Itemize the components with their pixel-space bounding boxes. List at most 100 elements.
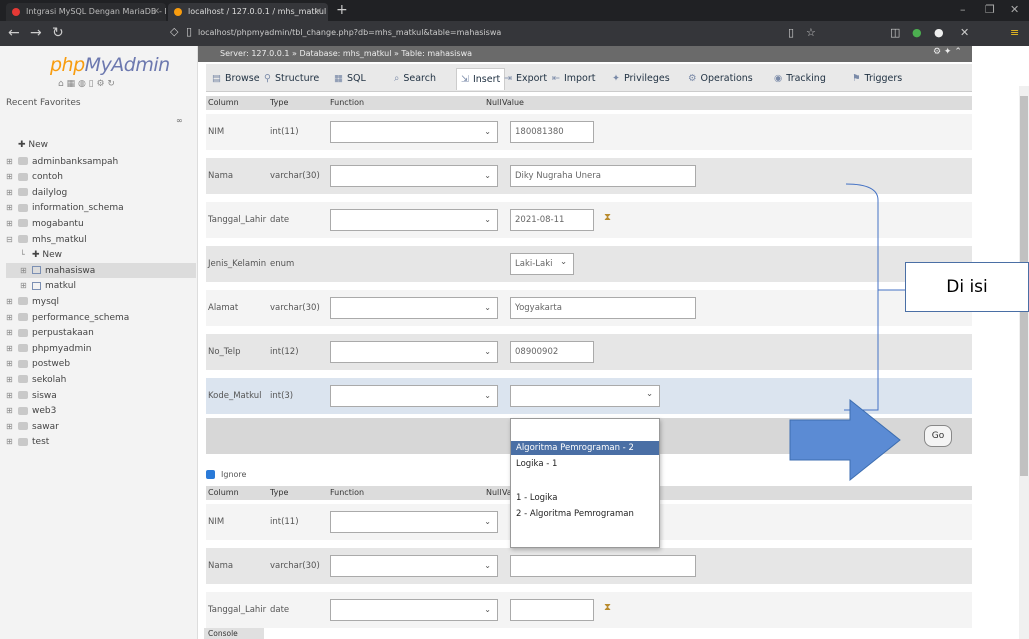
go-button[interactable]: Go xyxy=(924,425,952,447)
new-tab-button[interactable]: + xyxy=(336,2,348,18)
expand-icon[interactable]: ⊞ xyxy=(6,185,18,201)
checkbox-icon[interactable] xyxy=(206,470,215,479)
tab-tracking[interactable]: ◉ Tracking xyxy=(774,68,826,90)
url-field[interactable]: localhost/phpmyadmin/tbl_change.php?db=m… xyxy=(198,25,778,41)
kode-matkul-dropdown-list[interactable]: Algoritma Pemrograman - 2 Logika - 1 1 - L… xyxy=(510,418,660,548)
bookmark-star-icon[interactable]: ☆ xyxy=(806,26,816,40)
expand-icon[interactable]: ⊞ xyxy=(6,341,18,357)
link-icon[interactable]: ∞ xyxy=(176,116,183,125)
tree-item[interactable]: ⊞ sawar xyxy=(6,419,196,435)
recent-favorites-tabs[interactable]: Recent Favorites xyxy=(6,98,81,108)
tree-item[interactable]: ⊞ mogabantu xyxy=(6,216,196,232)
tab-privileges[interactable]: ✦ Privileges xyxy=(612,68,670,90)
expand-icon[interactable]: ⊞ xyxy=(20,263,32,279)
function-select[interactable]: ⌄ xyxy=(330,341,498,363)
close-tab-icon[interactable]: ✕ xyxy=(152,3,160,21)
value-input[interactable]: Yogyakarta xyxy=(510,297,696,319)
value-select[interactable] xyxy=(510,385,660,407)
expand-icon[interactable]: ⊞ xyxy=(6,403,18,419)
sidebar-quick-icons[interactable]: ⌂ ▦ ◍ ▯ ⚙ ↻ xyxy=(58,79,115,89)
dropdown-option[interactable]: Algoritma Pemrograman - 2 xyxy=(511,441,659,455)
tree-item[interactable]: ⊟ mhs_matkul xyxy=(6,232,196,248)
value-input[interactable] xyxy=(510,599,594,621)
calendar-icon[interactable]: ⧗ xyxy=(604,212,611,223)
value-input[interactable]: Diky Nugraha Unera xyxy=(510,165,696,187)
expand-icon[interactable]: ⊞ xyxy=(6,169,18,185)
tree-item[interactable]: ⊞ perpustakaan xyxy=(6,325,196,341)
dropdown-option[interactable]: 2 - Algoritma Pemrograman xyxy=(511,507,659,521)
expand-icon[interactable]: ⊞ xyxy=(6,216,18,232)
tree-item[interactable]: ⊞ adminbanksampah xyxy=(6,154,196,170)
calendar-icon[interactable]: ⧗ xyxy=(604,602,611,613)
tree-item[interactable]: ⊞ performance_schema xyxy=(6,310,196,326)
tree-item[interactable]: ⊞ information_schema xyxy=(6,200,196,216)
dropdown-option[interactable] xyxy=(511,475,659,489)
tree-item[interactable]: ⊞ sekolah xyxy=(6,372,196,388)
expand-icon[interactable]: ⊞ xyxy=(6,200,18,216)
extension-icon[interactable]: ● xyxy=(934,26,944,40)
expand-icon[interactable]: ⊞ xyxy=(6,388,18,404)
scrollbar[interactable] xyxy=(1019,86,1029,639)
tree-item[interactable]: ⊞ web3 xyxy=(6,403,196,419)
tab-insert[interactable]: ⇲ Insert xyxy=(456,68,506,90)
pocket-icon[interactable]: ◫ xyxy=(890,26,900,40)
expand-icon[interactable]: ⊞ xyxy=(6,294,18,310)
back-icon[interactable]: ← xyxy=(8,25,20,41)
tree-item[interactable]: ⊞ phpmyadmin xyxy=(6,341,196,357)
tree-item[interactable]: ⊞ dailylog xyxy=(6,185,196,201)
function-select[interactable]: ⌄ xyxy=(330,555,498,577)
close-tab-icon[interactable]: ✕ xyxy=(314,3,322,21)
extension-icon[interactable]: ● xyxy=(912,26,922,40)
reader-view-icon[interactable]: ▯ xyxy=(788,26,794,40)
tree-item[interactable]: ⊞ mahasiswa xyxy=(6,262,196,279)
close-window-icon[interactable]: ✕ xyxy=(1010,3,1019,16)
function-select[interactable]: ⌄ xyxy=(330,385,498,407)
ignore-checkbox[interactable]: Ignore xyxy=(206,470,246,479)
tree-item[interactable]: ⊞ siswa xyxy=(6,388,196,404)
function-select[interactable]: ⌄ xyxy=(330,599,498,621)
forward-icon[interactable]: → xyxy=(30,25,42,41)
value-input[interactable]: 2021-08-11 xyxy=(510,209,594,231)
tab-search[interactable]: ⌕ Search xyxy=(394,68,436,90)
tree-item[interactable]: └ ✚ New xyxy=(6,247,196,263)
tab-sql[interactable]: ▦ SQL xyxy=(334,68,366,90)
function-select[interactable]: ⌄ xyxy=(330,165,498,187)
tree-item[interactable]: ⊞ postweb xyxy=(6,356,196,372)
browser-tab[interactable]: Intgrasi MySQL Dengan MariaDB - Memori .… xyxy=(6,3,166,21)
expand-icon[interactable]: ⊞ xyxy=(20,278,32,294)
expand-icon[interactable]: ⊞ xyxy=(6,325,18,341)
tab-browse[interactable]: ▤ Browse xyxy=(212,68,260,90)
tab-import[interactable]: ⇤ Import xyxy=(552,68,596,90)
reload-icon[interactable]: ↻ xyxy=(52,25,64,41)
expand-icon[interactable]: ⊞ xyxy=(6,154,18,170)
tree-item[interactable]: ✚ New xyxy=(6,138,196,154)
tab-operations[interactable]: ⚙ Operations xyxy=(688,68,753,90)
menu-icon[interactable]: ≡ xyxy=(1010,26,1019,40)
value-input[interactable]: 08900902 xyxy=(510,341,594,363)
dropdown-option[interactable] xyxy=(511,423,659,437)
tab-triggers[interactable]: ⚑ Triggers xyxy=(852,68,902,90)
dropdown-option[interactable]: 1 - Logika xyxy=(511,491,659,505)
expand-icon[interactable]: ⊞ xyxy=(6,434,18,450)
dropdown-option[interactable]: Logika - 1 xyxy=(511,457,659,471)
function-select[interactable]: ⌄ xyxy=(330,511,498,533)
function-select[interactable]: ⌄ xyxy=(330,209,498,231)
tab-structure[interactable]: ⚲ Structure xyxy=(264,68,319,90)
value-input[interactable]: 180081380 xyxy=(510,121,594,143)
function-select[interactable]: ⌄ xyxy=(330,297,498,319)
maximize-icon[interactable]: ❐ xyxy=(985,3,995,16)
breadcrumb[interactable]: Server: 127.0.0.1 » Database: mhs_matkul… xyxy=(198,46,972,62)
minimize-icon[interactable]: – xyxy=(960,3,966,16)
console-button[interactable]: Console xyxy=(204,628,264,639)
expand-icon[interactable]: ⊞ xyxy=(6,372,18,388)
expand-icon[interactable]: ⊞ xyxy=(6,356,18,372)
phpmyadmin-logo[interactable]: phpMyAdmin xyxy=(50,54,170,76)
tab-export[interactable]: ⇥ Export xyxy=(504,68,547,90)
breadcrumb-tools-icon[interactable]: ⚙ ✦ ⌃ xyxy=(933,47,962,57)
expand-icon[interactable]: ⊞ xyxy=(6,419,18,435)
tree-item[interactable]: ⊞ contoh xyxy=(6,169,196,185)
tree-item[interactable]: ⊞ matkul xyxy=(6,278,196,294)
expand-icon[interactable]: ⊟ xyxy=(6,232,18,248)
tree-item[interactable]: ⊞ mysql xyxy=(6,294,196,310)
tree-item[interactable]: ⊞ test xyxy=(6,434,196,450)
